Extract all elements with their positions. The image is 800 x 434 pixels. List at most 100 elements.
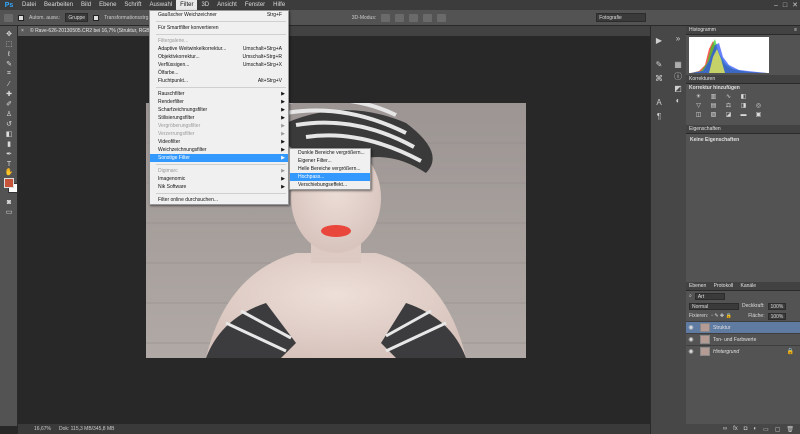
- character-icon[interactable]: ¶: [654, 112, 664, 122]
- menu-item-fluchtpunkt[interactable]: Fluchtpunkt... Alt+Strg+V: [150, 77, 288, 85]
- eraser-tool-icon[interactable]: ◧: [4, 130, 14, 138]
- curves-icon[interactable]: ∿: [724, 94, 733, 101]
- transform-checkbox[interactable]: [93, 14, 100, 21]
- visibility-eye-icon[interactable]: ◉: [686, 348, 696, 355]
- menu-item-dunkle-bereiche-vergrößern[interactable]: Dunkle Bereiche vergrößern...: [290, 149, 370, 157]
- minimize-icon[interactable]: –: [774, 2, 778, 9]
- menu-item-verflüssigen[interactable]: Verflüssigen... Umschalt+Strg+X: [150, 61, 288, 69]
- menu-item-adaptive-weitwinkelkorrektur[interactable]: Adaptive Weitwinkelkorrektur... Umschalt+…: [150, 45, 288, 53]
- layer-kind-dropdown[interactable]: Art: [694, 292, 725, 300]
- close-icon[interactable]: ✕: [792, 1, 798, 9]
- adjustments-tab[interactable]: Korrekturen: [689, 76, 715, 82]
- menu-item-helle-bereiche-vergrößern[interactable]: Helle Bereiche vergrößern...: [290, 165, 370, 173]
- history-brush-tool-icon[interactable]: ↺: [4, 120, 14, 128]
- color-icon[interactable]: ◐: [673, 96, 683, 106]
- play-icon[interactable]: ▶: [654, 36, 664, 46]
- orbit-3d-icon[interactable]: [381, 13, 391, 22]
- fx-icon[interactable]: fx: [733, 426, 738, 432]
- stamp-tool-icon[interactable]: ♙: [4, 110, 14, 118]
- scale-3d-icon[interactable]: [437, 13, 447, 22]
- move-tool-icon[interactable]: [4, 13, 13, 22]
- zoom-level[interactable]: 16,67%: [34, 426, 51, 432]
- posterize-icon[interactable]: ▨: [709, 112, 718, 119]
- menu-item-gaußscher-weichzeichner[interactable]: Gaußscher Weichzeichner Strg+F: [150, 11, 288, 19]
- group-icon[interactable]: ▭: [763, 426, 769, 433]
- trash-icon[interactable]: 🗑: [786, 426, 794, 433]
- auto-select-dropdown[interactable]: Gruppe: [65, 13, 89, 22]
- marquee-tool-icon[interactable]: ⬚: [4, 40, 14, 48]
- adjustment-layer-icon[interactable]: ◐: [753, 426, 757, 432]
- healing-brush-tool-icon[interactable]: ✚: [4, 90, 14, 98]
- menu-bild[interactable]: Bild: [77, 0, 95, 10]
- lasso-tool-icon[interactable]: ℓ: [4, 50, 14, 58]
- link-layers-icon[interactable]: ∞: [723, 426, 727, 432]
- gradient-map-icon[interactable]: ▬: [739, 112, 748, 119]
- hue-saturation-icon[interactable]: ▤: [709, 103, 718, 110]
- tab-channels[interactable]: Kanäle: [740, 283, 756, 289]
- quick-mask-icon[interactable]: ◙: [4, 198, 14, 206]
- menu-ebene[interactable]: Ebene: [95, 0, 120, 10]
- navigator-icon[interactable]: ◩: [673, 84, 683, 94]
- move-tool-icon[interactable]: ✥: [4, 30, 14, 38]
- workspace-dropdown[interactable]: Fotografie: [596, 13, 647, 22]
- invert-icon[interactable]: ◫: [694, 112, 703, 119]
- brush-tool-icon[interactable]: ✐: [4, 100, 14, 108]
- foreground-color-swatch[interactable]: [4, 178, 14, 188]
- menu-item-eigener-filter[interactable]: Eigener Filter...: [290, 157, 370, 165]
- eyedropper-tool-icon[interactable]: ⁄: [4, 80, 14, 88]
- menu-item-verschiebungseffekt[interactable]: Verschiebungseffekt...: [290, 181, 370, 189]
- menu-item-hochpass[interactable]: Hochpass...: [290, 173, 370, 181]
- menu-item-für-smartfilter-konvertieren[interactable]: Für Smartfilter konvertieren: [150, 24, 288, 32]
- quick-select-tool-icon[interactable]: ✎: [4, 60, 14, 68]
- menu-bearbeiten[interactable]: Bearbeiten: [40, 0, 77, 10]
- slide-3d-icon[interactable]: [423, 13, 433, 22]
- menu-item-sonstige-filter[interactable]: Sonstige Filter ▶: [150, 154, 288, 162]
- menu-item-stilisierungsfilter[interactable]: Stilisierungsfilter ▶: [150, 114, 288, 122]
- selective-color-icon[interactable]: ▣: [754, 112, 763, 119]
- menu-item-rauschfilter[interactable]: Rauschfilter ▶: [150, 90, 288, 98]
- pan-3d-icon[interactable]: [409, 13, 419, 22]
- photo-filter-icon[interactable]: ◎: [754, 103, 763, 110]
- tab-layers[interactable]: Ebenen: [689, 283, 706, 289]
- close-tab-icon[interactable]: ×: [21, 26, 24, 36]
- new-layer-icon[interactable]: ▢: [775, 426, 781, 433]
- menu-item-renderfilter[interactable]: Renderfilter ▶: [150, 98, 288, 106]
- opacity-input[interactable]: 100%: [767, 302, 787, 310]
- menu-3d[interactable]: 3D: [197, 0, 213, 10]
- menu-schrift[interactable]: Schrift: [120, 0, 145, 10]
- swatches-icon[interactable]: ▦: [673, 60, 683, 70]
- screen-mode-icon[interactable]: ▭: [4, 208, 14, 216]
- histogram-tab[interactable]: Histogramm: [689, 27, 716, 33]
- layer-row-hintergrund[interactable]: ◉ Hintergrund 🔒: [686, 345, 800, 357]
- visibility-eye-icon[interactable]: ◉: [686, 324, 696, 331]
- menu-item-scharfzeichnungsfilter[interactable]: Scharfzeichnungsfilter ▶: [150, 106, 288, 114]
- black-white-icon[interactable]: ◨: [739, 103, 748, 110]
- menu-item-weichzeichnungsfilter[interactable]: Weichzeichnungsfilter ▶: [150, 146, 288, 154]
- menu-ansicht[interactable]: Ansicht: [213, 0, 241, 10]
- menu-filter[interactable]: Filter: [176, 0, 198, 10]
- layer-row-struktur[interactable]: ◉ Struktur: [686, 321, 800, 333]
- canvas-area[interactable]: [18, 36, 650, 424]
- pen-tool-icon[interactable]: ✒: [4, 150, 14, 158]
- menu-item-videofilter[interactable]: Videofilter ▶: [150, 138, 288, 146]
- roll-3d-icon[interactable]: [395, 13, 405, 22]
- menu-item-imagenomic[interactable]: Imagenomic ▶: [150, 175, 288, 183]
- brightness-icon[interactable]: ☀: [694, 94, 703, 101]
- fill-input[interactable]: 100%: [767, 312, 787, 320]
- menu-auswahl[interactable]: Auswahl: [145, 0, 176, 10]
- vibrance-icon[interactable]: ▽: [694, 103, 703, 110]
- menu-item-nik-software[interactable]: Nik Software ▶: [150, 183, 288, 191]
- crop-tool-icon[interactable]: ⌗: [4, 70, 14, 78]
- threshold-icon[interactable]: ◪: [724, 112, 733, 119]
- properties-tab[interactable]: Eigenschaften: [689, 126, 721, 132]
- gradient-tool-icon[interactable]: ▮: [4, 140, 14, 148]
- clone-source-icon[interactable]: ⌘: [654, 74, 664, 84]
- lock-icons[interactable]: ▫ ✎ ✥ 🔒: [711, 313, 745, 319]
- layer-row-tonwerte[interactable]: ◉ Ton- und Farbwerte: [686, 333, 800, 345]
- auto-select-checkbox[interactable]: [18, 14, 24, 21]
- menu-hilfe[interactable]: Hilfe: [269, 0, 289, 10]
- paragraph-icon[interactable]: A: [654, 98, 664, 108]
- color-balance-icon[interactable]: ⚖: [724, 103, 733, 110]
- maximize-icon[interactable]: □: [783, 2, 787, 9]
- visibility-eye-icon[interactable]: ◉: [686, 336, 696, 343]
